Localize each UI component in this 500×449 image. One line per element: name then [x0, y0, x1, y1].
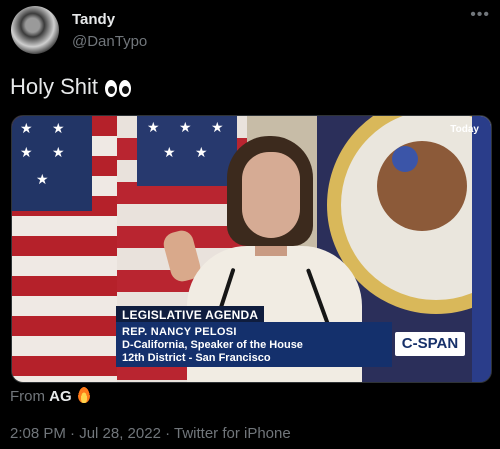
author-name[interactable]: Tandy — [72, 11, 115, 28]
author-handle[interactable]: @DanTypo — [72, 33, 147, 50]
source-attribution: From AG — [10, 387, 90, 405]
more-options-icon[interactable]: ••• — [470, 6, 490, 24]
chyron-name: REP. NANCY PELOSI — [122, 326, 237, 338]
chyron: REP. NANCY PELOSI D-California, Speaker … — [116, 322, 392, 367]
today-watermark: Today — [450, 124, 479, 135]
fire-emoji-icon — [77, 387, 90, 403]
avatar[interactable] — [11, 6, 59, 54]
cspan-logo: C-SPAN — [395, 332, 465, 356]
video-media[interactable]: ★ ★ ★ ★ ★ ★ ★ ★ ★ ★ Today LEGISLATIVE AG… — [11, 115, 492, 383]
flag-left: ★ ★ ★ ★ ★ — [12, 116, 117, 382]
source-prefix: From — [10, 388, 45, 405]
chyron-line3: 12th District - San Francisco — [122, 352, 271, 364]
source-name-link[interactable]: AG — [49, 388, 72, 405]
eyes-emoji-icon — [105, 79, 132, 97]
tweet-text: Holy Shit — [10, 74, 132, 100]
tweet-text-content: Holy Shit — [10, 74, 99, 99]
tweet-timestamp[interactable]: 2:08 PM · Jul 28, 2022 · Twitter for iPh… — [10, 425, 291, 442]
chyron-line2: D-California, Speaker of the House — [122, 339, 303, 351]
